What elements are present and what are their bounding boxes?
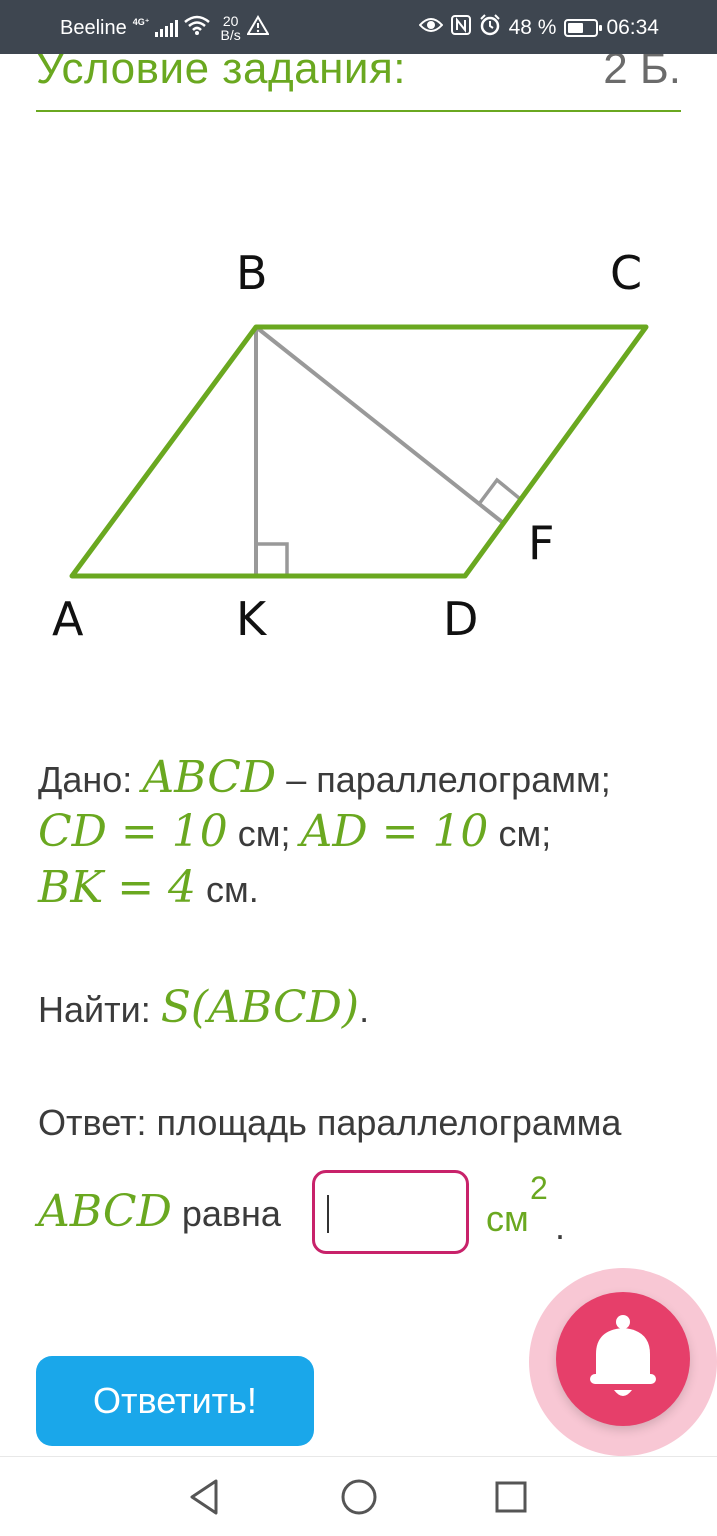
answer-figure: ABCD (38, 1186, 172, 1237)
alarm-icon (479, 14, 501, 42)
bell-icon (590, 1315, 656, 1396)
find-line: Найти: S(ABCD). (38, 982, 369, 1033)
parallelogram-abcd (69, 324, 649, 579)
given-figure: ABCD (142, 752, 277, 803)
status-bar: Beeline 4G⁺ 20 B/s 48 % 06:34 (0, 0, 717, 54)
right-angle-f (477, 477, 521, 506)
given-line-3: BK = 4 см. (38, 862, 259, 913)
notification-bell-button[interactable] (556, 1292, 690, 1426)
clock: 06:34 (606, 16, 659, 39)
given-ad: AD = 10 (300, 806, 489, 857)
warning-icon (245, 15, 270, 41)
answer-input[interactable] (312, 1170, 469, 1254)
recents-button[interactable] (489, 1475, 533, 1519)
submit-button[interactable]: Ответить! (36, 1356, 314, 1446)
task-header: Условие задания: 2 Б. (36, 54, 681, 112)
point-d-label: D (443, 592, 479, 646)
wifi-icon (184, 15, 211, 41)
unit-text: см (486, 1198, 529, 1239)
back-button[interactable] (184, 1475, 228, 1519)
answer-line-1: Ответ: площадь параллелограмма (38, 1102, 621, 1144)
page-title: Условие задания: (36, 54, 407, 93)
carrier-name: Beeline (60, 16, 127, 39)
point-k-label: K (236, 592, 267, 646)
given-line-2: CD = 10 см; AD = 10 см; (38, 806, 551, 857)
given-ad-unit: см; (488, 813, 552, 854)
find-expression: S(ABCD) (160, 982, 360, 1033)
given-bk: BK = 4 (38, 862, 197, 913)
back-icon (190, 1479, 218, 1515)
given-bk-unit: см. (196, 869, 259, 910)
given-line-1: Дано: ABCD – параллелограмм; (38, 752, 611, 803)
home-icon (341, 1479, 377, 1515)
altitude-bf (254, 325, 504, 524)
find-end: . (359, 989, 370, 1030)
point-c-label: C (610, 246, 643, 300)
battery-icon (564, 19, 603, 37)
answer-unit: см 2 (486, 1170, 548, 1240)
answer-text: Ответ: площадь параллелограмма (38, 1102, 622, 1143)
given-cd: CD = 10 (38, 806, 228, 857)
given-description: – параллелограмм; (276, 759, 611, 800)
given-cd-unit: см; (227, 813, 301, 854)
home-button[interactable] (337, 1475, 381, 1519)
parallelogram-figure: B C F A K D (0, 230, 717, 680)
point-f-label: F (528, 516, 555, 570)
network-speed: 20 B/s (220, 13, 241, 43)
submit-label: Ответить! (93, 1380, 257, 1421)
recents-icon (495, 1481, 527, 1513)
signal-icon (155, 19, 179, 37)
unit-power: 2 (530, 1170, 548, 1206)
answer-line-2: ABCD равна (38, 1186, 281, 1237)
battery-level: 48 % (508, 16, 557, 39)
text-caret (327, 1195, 329, 1233)
answer-equals: равна (171, 1193, 281, 1234)
right-angle-k (256, 542, 289, 576)
network-type: 4G⁺ (132, 16, 150, 27)
answer-end: . (555, 1206, 566, 1247)
nfc-icon (450, 15, 471, 41)
eye-icon (418, 16, 443, 40)
point-a-label: A (52, 592, 84, 646)
find-label: Найти: (38, 989, 161, 1030)
navigation-bar (0, 1456, 717, 1536)
task-points: 2 Б. (603, 54, 681, 93)
point-b-label: B (236, 246, 268, 300)
given-label: Дано: (38, 759, 143, 800)
